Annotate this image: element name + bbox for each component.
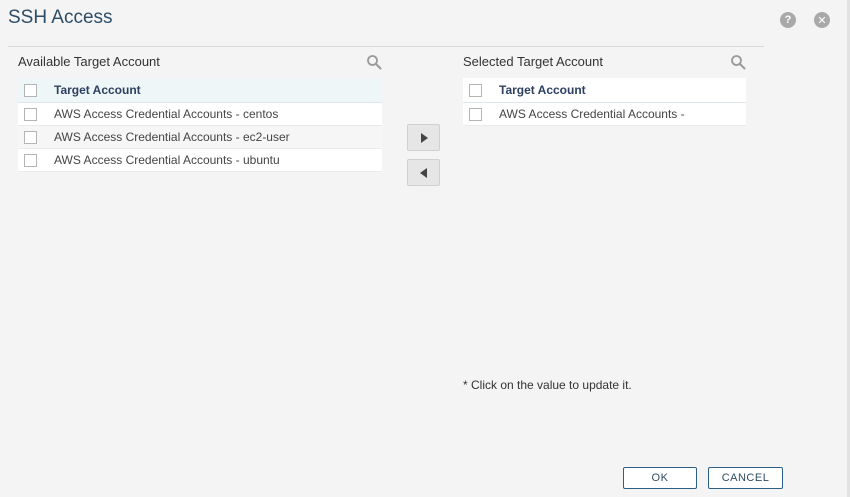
account-cell[interactable]: AWS Access Credential Accounts - ec2-use…	[54, 130, 290, 144]
row-checkbox[interactable]	[24, 107, 37, 121]
grid-header: Target Account	[463, 78, 746, 103]
table-row[interactable]: AWS Access Credential Accounts - ubuntu	[18, 149, 382, 172]
help-icon[interactable]: ?	[780, 12, 796, 28]
update-hint-text: * Click on the value to update it.	[463, 378, 632, 392]
select-all-checkbox[interactable]	[469, 83, 482, 97]
row-checkbox[interactable]	[24, 153, 37, 167]
add-selected-button[interactable]	[407, 124, 440, 151]
select-all-checkbox[interactable]	[24, 83, 37, 97]
arrow-right-icon	[420, 132, 428, 143]
table-row[interactable]: AWS Access Credential Accounts - ec2-use…	[18, 126, 382, 149]
arrow-left-icon	[419, 167, 427, 178]
account-cell[interactable]: AWS Access Credential Accounts -	[499, 107, 685, 121]
search-icon[interactable]	[730, 54, 746, 70]
account-cell[interactable]: AWS Access Credential Accounts - centos	[54, 107, 278, 121]
table-row[interactable]: AWS Access Credential Accounts -	[463, 103, 746, 126]
search-icon[interactable]	[366, 54, 382, 70]
ok-button[interactable]: OK	[623, 467, 697, 489]
available-pane-title: Available Target Account	[18, 54, 160, 69]
row-checkbox[interactable]	[469, 107, 482, 121]
remove-selected-button[interactable]	[407, 159, 440, 186]
row-checkbox[interactable]	[24, 130, 37, 144]
grid-header: Target Account	[18, 78, 382, 103]
available-accounts-grid: Target Account AWS Access Credential Acc…	[18, 78, 382, 172]
account-cell[interactable]: AWS Access Credential Accounts - ubuntu	[54, 153, 280, 167]
ssh-access-dialog: SSH Access ? ✕ Available Target Account …	[0, 0, 850, 497]
column-header-target-account: Target Account	[54, 83, 141, 97]
selected-accounts-grid: Target Account AWS Access Credential Acc…	[463, 78, 746, 126]
header-divider	[8, 46, 764, 47]
cancel-button[interactable]: CANCEL	[708, 467, 783, 489]
selected-pane-title: Selected Target Account	[463, 54, 603, 69]
close-icon[interactable]: ✕	[814, 12, 830, 28]
table-row[interactable]: AWS Access Credential Accounts - centos	[18, 103, 382, 126]
column-header-target-account: Target Account	[499, 83, 586, 97]
dialog-title: SSH Access	[8, 7, 113, 28]
